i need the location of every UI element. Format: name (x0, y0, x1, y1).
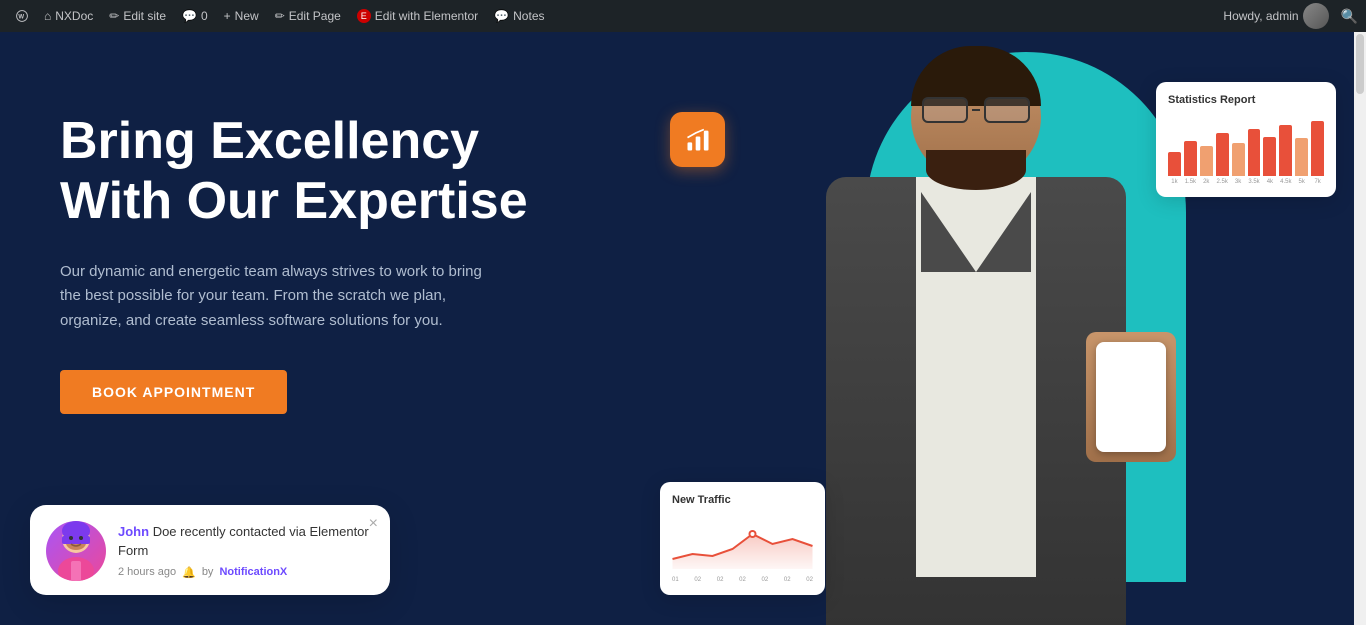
notif-time: 2 hours ago (118, 566, 176, 578)
bar-label: 4k (1263, 179, 1276, 185)
bar-label: 5k (1295, 179, 1308, 185)
bar-label: 3.5k (1248, 179, 1261, 185)
scrollbar-thumb[interactable] (1356, 34, 1364, 94)
traffic-card: New Traffic 01 02 02 02 02 02 02 (660, 482, 825, 595)
bar-item (1263, 137, 1276, 176)
howdy-text: Howdy, admin (1223, 9, 1298, 23)
bar-label: 1.5k (1184, 179, 1197, 185)
stats-card: Statistics Report 1k1.5k2k2.5k3k3.5k4k4.… (1156, 82, 1336, 197)
elementor-icon: E (357, 9, 371, 23)
notif-by-text: by (202, 566, 214, 578)
bar-item (1295, 138, 1308, 176)
bar-item (1168, 152, 1181, 176)
notif-name: John (118, 524, 149, 539)
svg-text:W: W (18, 14, 24, 20)
bar-label: 7k (1311, 179, 1324, 185)
book-appointment-button[interactable]: BOOK APPOINTMENT (60, 370, 287, 414)
avatar-illustration (51, 521, 101, 581)
bar-label: 2.5k (1216, 179, 1229, 185)
wp-logo[interactable]: W (8, 2, 36, 30)
edit-with-elementor[interactable]: E Edit with Elementor (349, 0, 486, 32)
comments-icon: 💬 (182, 9, 197, 23)
comments[interactable]: 💬 0 (174, 0, 216, 32)
notification-close-button[interactable]: × (369, 515, 378, 533)
notes-icon: 💬 (494, 9, 509, 23)
stats-card-title: Statistics Report (1168, 94, 1324, 106)
admin-avatar[interactable] (1303, 3, 1329, 29)
notif-meta: 2 hours ago 🔔 by NotificationX (118, 566, 374, 579)
notif-text: John Doe recently contacted via Elemento… (118, 523, 374, 559)
bar-item (1184, 141, 1197, 176)
bar-chart-labels: 1k1.5k2k2.5k3k3.5k4k4.5k5k7k (1168, 179, 1324, 185)
main-content: Bring Excellency With Our Expertise Our … (0, 32, 1366, 625)
hero-description: Our dynamic and energetic team always st… (60, 260, 490, 334)
edit-page-icon: ✏ (275, 9, 285, 23)
edit-page[interactable]: ✏ Edit Page (267, 0, 349, 32)
hero-title: Bring Excellency With Our Expertise (60, 112, 600, 232)
admin-bar-right: Howdy, admin 🔍 (1223, 3, 1358, 29)
notes[interactable]: 💬 Notes (486, 0, 552, 32)
hero-left: Bring Excellency With Our Expertise Our … (60, 112, 600, 414)
bar-label: 3k (1232, 179, 1245, 185)
notif-content: John Doe recently contacted via Elemento… (118, 523, 374, 578)
notif-avatar (46, 521, 106, 581)
traffic-card-title: New Traffic (672, 494, 813, 506)
scrollbar[interactable] (1354, 32, 1366, 625)
orange-badge (670, 112, 725, 167)
notification-popup: John Doe recently contacted via Elemento… (30, 505, 390, 595)
notif-by: 🔔 (182, 566, 196, 579)
site-name[interactable]: ⌂ NXDoc (36, 0, 101, 32)
bar-item (1248, 129, 1261, 176)
site-icon: ⌂ (44, 9, 51, 23)
search-icon[interactable]: 🔍 (1341, 8, 1358, 25)
plus-icon: + (224, 9, 231, 23)
chart-bar-icon (684, 126, 712, 154)
bar-item (1311, 121, 1324, 176)
bar-item (1200, 146, 1213, 176)
admin-bar: W ⌂ NXDoc ✏ Edit site 💬 0 + New ✏ Edit P… (0, 0, 1366, 32)
bar-chart (1168, 116, 1324, 176)
notif-message: Doe recently contacted via Elementor For… (118, 524, 369, 557)
bar-label: 4.5k (1279, 179, 1292, 185)
notif-brand: NotificationX (219, 566, 287, 578)
bar-label: 1k (1168, 179, 1181, 185)
edit-site-icon: ✏ (109, 9, 119, 23)
bar-item (1232, 143, 1245, 176)
traffic-chart-labels: 01 02 02 02 02 02 02 (672, 577, 813, 583)
traffic-line-chart (672, 514, 813, 569)
new-button[interactable]: + New (216, 0, 267, 32)
edit-site[interactable]: ✏ Edit site (101, 0, 174, 32)
bar-item (1279, 125, 1292, 176)
bar-label: 2k (1200, 179, 1213, 185)
bar-item (1216, 133, 1229, 176)
